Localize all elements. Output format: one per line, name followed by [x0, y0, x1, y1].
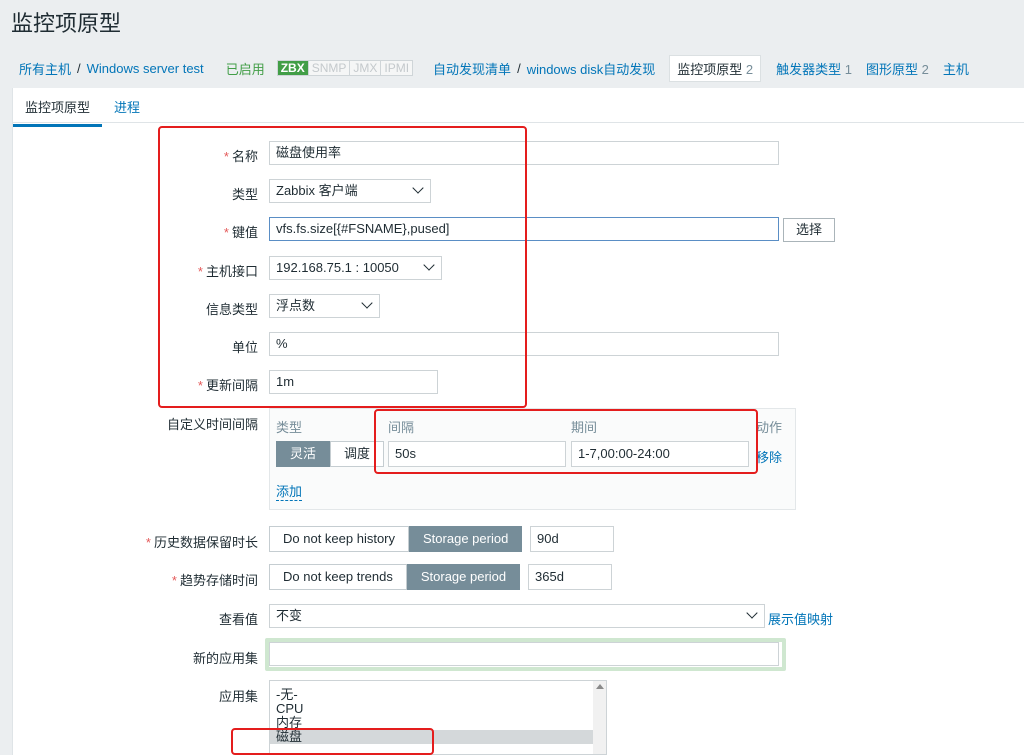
trends-storage-option[interactable]: Storage period	[406, 564, 521, 590]
interval-type-toggle: 灵活 调度	[276, 441, 385, 467]
app-option-none[interactable]: -无-	[270, 688, 606, 702]
new-app-label: 新的应用集	[192, 651, 258, 666]
crumb-tab-host-prototypes[interactable]: 主机	[936, 56, 976, 81]
remove-interval-link[interactable]: 移除	[756, 447, 782, 466]
annotation-box-custom-interval	[374, 409, 758, 474]
trends-label-text: 趋势存储时间	[179, 573, 258, 588]
badge-snmp: SNMP	[307, 61, 350, 75]
history-input[interactable]: 90d	[530, 526, 614, 552]
breadcrumb-all-hosts[interactable]: 所有主机	[19, 59, 71, 78]
crumb-tab-trigger-prototypes[interactable]: 触发器类型 1	[769, 56, 859, 81]
host-status[interactable]: 已启用	[226, 59, 265, 78]
form-tabs: 监控项原型 进程	[12, 88, 1024, 127]
crumb-tab-item-prototypes[interactable]: 监控项原型 2	[669, 54, 762, 82]
crumb-tab-label: 监控项原型	[677, 61, 743, 77]
form-panel: 监控项原型 进程 * 名称 磁盘使用率 类型 Zabbix 客户端 * 键值 vfs…	[12, 88, 1024, 755]
breadcrumb-separator: /	[517, 60, 521, 76]
tab-process[interactable]: 进程	[114, 97, 140, 116]
history-label: * 历史数据保留时长	[146, 532, 258, 551]
trends-toggle: Do not keep trends Storage period	[269, 564, 521, 590]
crumb-tab-graph-prototypes[interactable]: 图形原型 2	[859, 56, 936, 81]
history-storage-option[interactable]: Storage period	[409, 526, 523, 552]
breadcrumb: 所有主机 / Windows server test 已启用 ZBX SNMP …	[0, 52, 1024, 84]
badge-ipmi: IPMI	[380, 61, 413, 75]
chevron-down-icon	[746, 607, 758, 619]
required-mark: *	[171, 573, 177, 588]
no-history-option[interactable]: Do not keep history	[269, 526, 410, 552]
history-label-text: 历史数据保留时长	[153, 535, 258, 550]
breadcrumb-separator: /	[77, 60, 81, 76]
valuemap-select[interactable]: 不变	[269, 604, 765, 628]
crumb-tab-label: 触发器类型	[776, 61, 842, 77]
listbox-scrollbar[interactable]	[593, 681, 606, 754]
show-valuemap-link[interactable]: 展示值映射	[768, 609, 833, 628]
required-mark: *	[145, 535, 151, 550]
trends-label: * 趋势存储时间	[172, 570, 258, 589]
breadcrumb-host[interactable]: Windows server test	[87, 61, 204, 76]
annotation-box-main-fields	[158, 126, 527, 408]
trends-input[interactable]: 365d	[528, 564, 612, 590]
new-app-input[interactable]	[269, 642, 779, 666]
crumb-tab-count: 1	[844, 61, 853, 77]
badge-zbx: ZBX	[277, 61, 308, 75]
col-type: 类型	[276, 420, 303, 435]
add-interval-link[interactable]: 添加	[276, 481, 303, 501]
badge-jmx: JMX	[349, 61, 381, 75]
annotation-box-app-disk	[231, 728, 434, 755]
select-key-button[interactable]: 选择	[783, 218, 836, 242]
valuemap-select-value: 不变	[276, 608, 303, 623]
breadcrumb-discovery-list[interactable]: 自动发现清单	[433, 59, 511, 78]
breadcrumb-discovery-rule[interactable]: windows disk自动发现	[527, 59, 656, 78]
history-toggle: Do not keep history Storage period	[269, 526, 523, 552]
crumb-tab-label: 图形原型	[866, 61, 919, 77]
app-option-cpu[interactable]: CPU	[270, 702, 606, 716]
no-trends-option[interactable]: Do not keep trends	[269, 564, 407, 590]
col-action: 动作	[756, 420, 783, 435]
page-title: 监控项原型	[11, 11, 122, 36]
crumb-tab-count: 2	[745, 61, 754, 77]
custom-intervals-label: 自定义时间间隔	[166, 417, 258, 432]
tab-item-prototype[interactable]: 监控项原型	[12, 97, 103, 127]
crumb-tab-count: 2	[921, 61, 929, 77]
availability-badges: ZBX SNMP JMX IPMI	[276, 60, 414, 76]
flexible-option[interactable]: 灵活	[276, 441, 331, 467]
apps-label: 应用集	[218, 689, 258, 704]
valuemap-label: 查看值	[218, 612, 258, 627]
